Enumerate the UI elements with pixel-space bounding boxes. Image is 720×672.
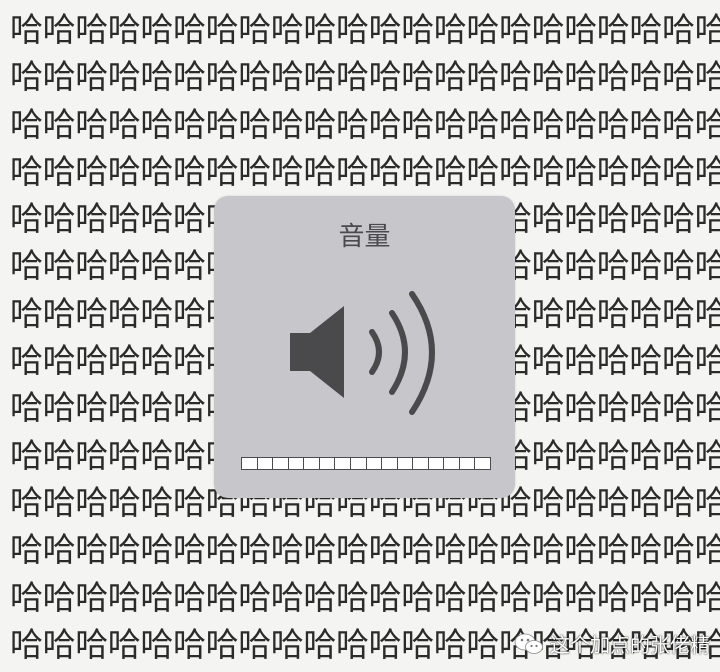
volume-level-segment xyxy=(428,458,444,469)
volume-level-segment xyxy=(413,458,428,469)
volume-level-segment xyxy=(459,458,475,469)
volume-level-segment xyxy=(335,458,350,469)
background-text-row: 哈哈哈哈哈哈哈哈哈哈哈哈哈哈哈哈哈哈哈哈哈哈 xyxy=(10,57,720,97)
volume-level-segment xyxy=(350,458,366,469)
background-text-row: 哈哈哈哈哈哈哈哈哈哈哈哈哈哈哈哈哈哈哈哈哈哈 xyxy=(10,151,720,191)
volume-level-segment xyxy=(288,458,304,469)
volume-level-segment xyxy=(242,458,257,469)
watermark: 这个加点的张佬精 xyxy=(514,629,710,658)
volume-level-bar xyxy=(241,457,491,470)
background-text-row: 哈哈哈哈哈哈哈哈哈哈哈哈哈哈哈哈哈哈哈哈哈哈 xyxy=(10,530,720,570)
wechat-icon xyxy=(514,633,543,654)
volume-level-segment xyxy=(397,458,413,469)
volume-level-segment xyxy=(304,458,319,469)
volume-level-segment xyxy=(257,458,273,469)
background-text-row: 哈哈哈哈哈哈哈哈哈哈哈哈哈哈哈哈哈哈哈哈哈哈 xyxy=(10,104,720,144)
watermark-text: 这个加点的张佬精 xyxy=(550,633,710,657)
volume-level-segment xyxy=(319,458,335,469)
volume-title: 音量 xyxy=(338,222,391,252)
volume-hud: 音量 xyxy=(214,196,515,498)
volume-level-segment xyxy=(366,458,382,469)
volume-level-segment xyxy=(475,458,490,469)
speaker-icon xyxy=(290,291,435,415)
background-text-row: 哈哈哈哈哈哈哈哈哈哈哈哈哈哈哈哈哈哈哈哈哈哈 xyxy=(10,577,720,617)
volume-level-segment xyxy=(273,458,288,469)
background-text-row: 哈哈哈哈哈哈哈哈哈哈哈哈哈哈哈哈哈哈哈哈哈哈 xyxy=(10,10,720,49)
volume-level-segment xyxy=(444,458,459,469)
volume-level-segment xyxy=(382,458,397,469)
